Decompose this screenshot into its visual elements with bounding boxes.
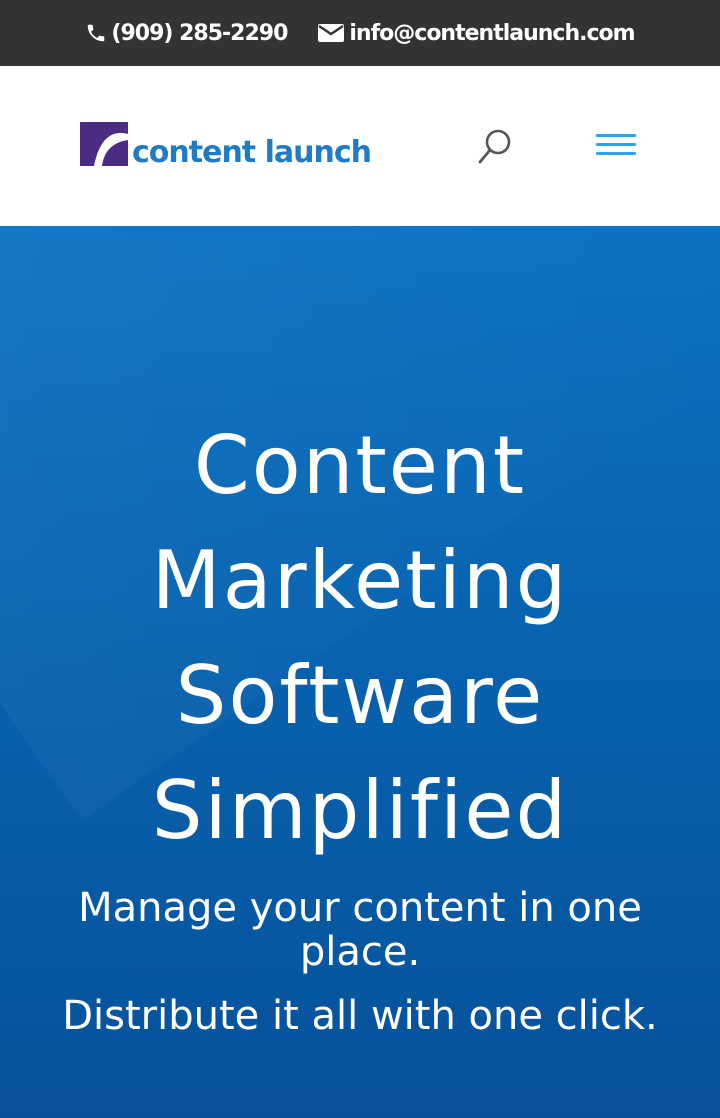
hero-title-line: Simplified xyxy=(151,764,569,857)
hero-title-line: Content xyxy=(193,419,527,512)
logo-text: content launch xyxy=(132,135,372,170)
hamburger-menu-button[interactable] xyxy=(594,128,638,164)
site-header: content launch xyxy=(0,66,720,226)
search-button[interactable] xyxy=(474,126,516,168)
hero-title: Content Marketing Software Simplified xyxy=(0,408,720,868)
phone-number: (909) 285-2290 xyxy=(111,20,288,46)
envelope-icon xyxy=(318,24,345,42)
hero-subtitle-distribute: Distribute it all with one click. xyxy=(62,993,658,1039)
phone-icon xyxy=(88,24,105,42)
top-contact-bar: (909) 285-2290 info@contentlaunch.com xyxy=(0,0,720,66)
email-link[interactable]: info@contentlaunch.com xyxy=(317,20,636,46)
search-icon xyxy=(478,129,511,164)
hero-title-line: Software xyxy=(175,649,545,742)
hero-section: Content Marketing Software Simplified Ma… xyxy=(0,226,720,1118)
hamburger-menu-icon xyxy=(594,134,638,155)
hero-subtitle-manage: Manage your content in one place. xyxy=(78,885,642,975)
hero-title-line: Marketing xyxy=(151,534,569,627)
phone-link[interactable]: (909) 285-2290 xyxy=(85,20,288,46)
email-address: info@contentlaunch.com xyxy=(349,20,635,46)
content-launch-mark-icon xyxy=(80,122,128,166)
site-logo[interactable]: content launch xyxy=(80,122,372,170)
